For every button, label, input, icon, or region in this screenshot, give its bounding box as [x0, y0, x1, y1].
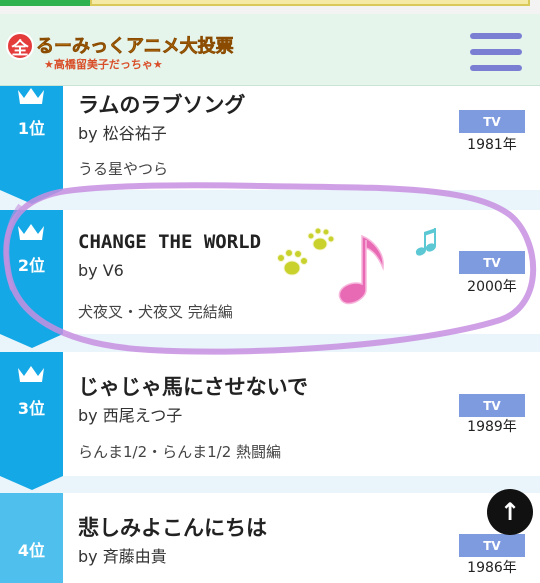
arrow-up-icon: ↑ — [499, 498, 521, 526]
year: 1981年 — [467, 137, 517, 153]
media-badge: TV — [459, 534, 525, 557]
year: 1989年 — [467, 419, 517, 435]
scroll-to-top-button[interactable]: ↑ — [487, 489, 533, 535]
ranking-item[interactable]: 4位 悲しみよこんにちは by 斉藤由貴 TV 1986年 — [0, 493, 540, 583]
site-header: 全 るーみっくアニメ大投票 ★高橋留美子だっちゃ★ — [0, 14, 540, 86]
rank-marker: 3位 — [0, 352, 63, 490]
anime-title: らんま1/2・らんま1/2 熱闘編 — [78, 443, 282, 461]
year: 2000年 — [467, 279, 517, 295]
crown-icon — [18, 366, 44, 382]
song-title[interactable]: CHANGE THE WORLD — [78, 231, 261, 253]
anime-title: 犬夜叉・犬夜叉 完結編 — [78, 303, 233, 321]
song-title[interactable]: じゃじゃ馬にさせないで — [78, 371, 308, 401]
song-title[interactable]: 悲しみよこんにちは — [78, 512, 267, 542]
crown-icon — [18, 224, 44, 240]
logo-badge[interactable]: 全 — [6, 32, 34, 60]
banner-yellow — [90, 0, 530, 6]
logo-title[interactable]: るーみっくアニメ大投票 — [36, 32, 234, 58]
rank-marker: 4位 — [0, 493, 63, 583]
rank-number: 3位 — [17, 399, 46, 418]
hamburger-icon[interactable] — [470, 31, 522, 73]
logo-subtitle: ★高橋留美子だっちゃ★ — [44, 58, 163, 71]
artist: by 松谷祐子 — [78, 124, 167, 143]
rank-marker: 2位 — [0, 210, 63, 348]
ranking-item[interactable]: 3位 じゃじゃ馬にさせないで by 西尾えつ子 らんま1/2・らんま1/2 熱闘… — [0, 352, 540, 490]
media-badge: TV — [459, 394, 525, 417]
ranking-item[interactable]: 2位 CHANGE THE WORLD by V6 犬夜叉・犬夜叉 完結編 TV… — [0, 210, 540, 348]
top-banner-strip — [0, 0, 540, 14]
song-title[interactable]: ラムのラブソング — [78, 89, 245, 119]
banner-green — [0, 0, 90, 6]
rank-number: 1位 — [17, 119, 46, 138]
artist: by V6 — [78, 261, 124, 280]
artist: by 斉藤由貴 — [78, 547, 167, 566]
year: 1986年 — [467, 560, 517, 576]
ranking-item[interactable]: 1位 ラムのラブソング by 松谷祐子 うる星やつら TV 1981年 — [0, 86, 540, 204]
artist: by 西尾えつ子 — [78, 406, 183, 425]
rank-marker: 1位 — [0, 86, 63, 204]
crown-icon — [18, 88, 44, 104]
rank-number: 4位 — [17, 541, 46, 560]
anime-title: うる星やつら — [78, 160, 169, 178]
rank-number: 2位 — [17, 256, 46, 275]
media-badge: TV — [459, 251, 525, 274]
media-badge: TV — [459, 110, 525, 133]
